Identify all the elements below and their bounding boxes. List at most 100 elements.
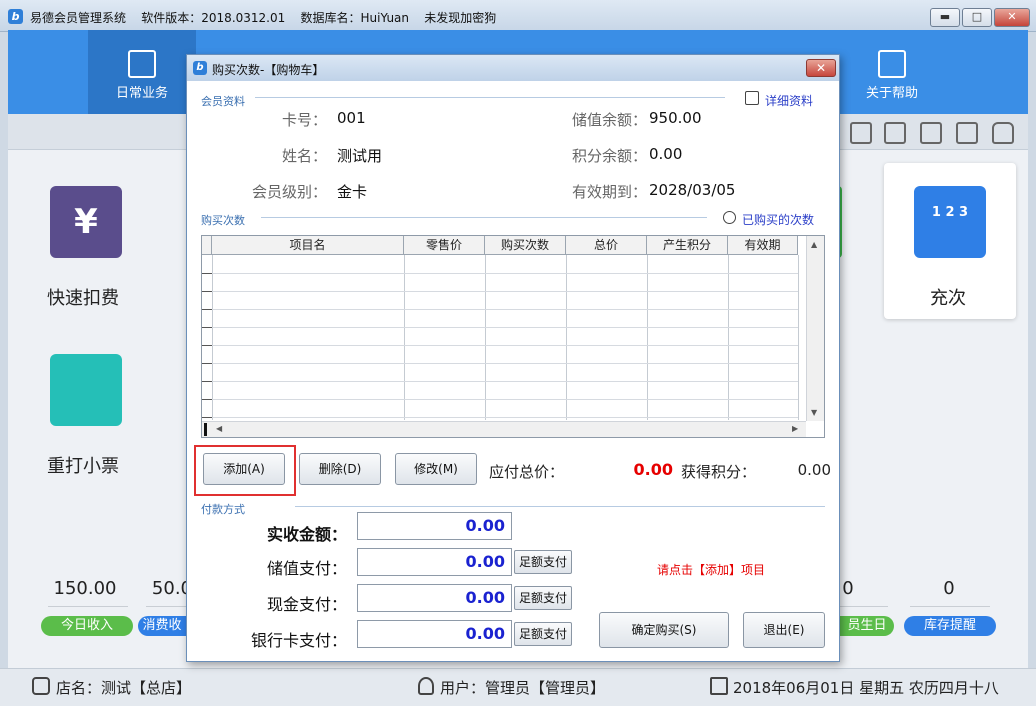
maximize-button[interactable]: □ <box>962 8 992 27</box>
scroll-left-icon[interactable]: ◀ <box>216 424 222 433</box>
edit-list-icon[interactable] <box>884 122 906 144</box>
calculator-icon[interactable] <box>920 122 942 144</box>
detail-info-link[interactable]: 详细资料 <box>765 92 813 109</box>
yuan-icon[interactable]: ¥ <box>50 186 122 258</box>
help-share-icon <box>878 50 906 78</box>
vertical-scrollbar[interactable]: ▲ ▼ <box>806 236 824 421</box>
level-label: 会员级别： <box>251 183 327 201</box>
grid-line <box>485 255 486 420</box>
row-indicator <box>202 381 212 382</box>
minimize-button[interactable]: ▬ <box>930 8 960 27</box>
delete-button[interactable]: 删除(D) <box>299 453 381 485</box>
total-due-label: 应付总价： <box>489 463 565 481</box>
cash-pay-input[interactable]: 0.00 <box>357 584 512 612</box>
purchase-grid[interactable]: 项目名 零售价 购买次数 总价 产生积分 有效期 ▲ ▼ ◀ ▶ <box>201 235 825 438</box>
horizontal-scrollbar[interactable]: ◀ ▶ <box>202 421 806 437</box>
confirm-purchase-button[interactable]: 确定购买(S) <box>599 612 729 648</box>
card-no-value: 001 <box>337 109 366 127</box>
clipboard-icon <box>745 91 759 105</box>
row-indicator <box>202 273 212 274</box>
today-income-value: 150.00 <box>53 578 117 599</box>
grid-row-line <box>212 345 798 346</box>
store-icon <box>32 677 50 695</box>
row-indicator <box>202 309 212 310</box>
today-income-badge[interactable]: 今日收入 <box>41 616 133 636</box>
grid-row-line <box>212 291 798 292</box>
add-button[interactable]: 添加(A) <box>203 453 285 485</box>
check-circle-icon <box>723 211 736 224</box>
grid-row-line <box>212 309 798 310</box>
birthday-badge[interactable]: 员生日 <box>840 616 894 636</box>
divider <box>146 606 186 607</box>
bank-full-pay-button[interactable]: 足额支付 <box>514 622 572 646</box>
column-header[interactable]: 零售价 <box>404 236 485 255</box>
column-header[interactable]: 项目名 <box>212 236 404 255</box>
column-header[interactable]: 总价 <box>566 236 647 255</box>
consume-badge[interactable]: 消费收 <box>138 616 186 636</box>
close-button[interactable]: ✕ <box>994 8 1030 27</box>
nav-about-help[interactable]: 关于帮助 <box>838 30 946 114</box>
exit-button[interactable]: 退出(E) <box>743 612 825 648</box>
bank-pay-input[interactable]: 0.00 <box>357 620 512 648</box>
scroll-up-icon[interactable]: ▲ <box>811 240 817 249</box>
recharge-count-label: 充次 <box>930 288 966 309</box>
earn-points-label: 获得积分： <box>681 463 757 481</box>
expire-label: 有效期到： <box>571 183 647 201</box>
paid-amount-label: 实收金额： <box>266 525 347 544</box>
column-header[interactable]: 购买次数 <box>485 236 566 255</box>
scroll-down-icon[interactable]: ▼ <box>811 408 817 417</box>
reprint-label[interactable]: 重打小票 <box>47 452 119 478</box>
numbered-list-icon: 1 2 3 <box>914 186 986 258</box>
scroll-right-icon[interactable]: ▶ <box>792 424 798 433</box>
level-value: 金卡 <box>337 183 368 201</box>
stored-pay-input[interactable]: 0.00 <box>357 548 512 576</box>
shirt-icon[interactable] <box>956 122 978 144</box>
birthday-value: 0 <box>842 578 854 599</box>
section-divider <box>295 506 825 507</box>
receipt-icon[interactable] <box>50 354 122 426</box>
scroll-thumb[interactable] <box>204 423 207 436</box>
calendar-icon <box>710 677 728 695</box>
payment-section-label: 付款方式 <box>201 503 245 516</box>
app-logo-icon: b <box>8 9 23 24</box>
row-indicator-header <box>202 236 212 255</box>
grid-line <box>566 255 567 420</box>
section-divider <box>261 217 707 218</box>
store-name: 店名：测试【总店】 <box>56 679 192 697</box>
edit-button[interactable]: 修改(M) <box>395 453 477 485</box>
recharge-count-card[interactable]: 1 2 3 充次 <box>884 163 1016 319</box>
balance-value: 950.00 <box>649 109 702 127</box>
lock-icon[interactable] <box>992 122 1014 144</box>
cash-full-pay-button[interactable]: 足额支付 <box>514 586 572 610</box>
column-header[interactable]: 有效期 <box>728 236 798 255</box>
user-name: 用户：管理员【管理员】 <box>440 679 606 697</box>
bank-pay-label: 银行卡支付： <box>250 631 347 650</box>
clipboard-chart-icon <box>128 50 156 78</box>
stock-value: 0 <box>943 578 955 599</box>
column-header[interactable]: 产生积分 <box>647 236 728 255</box>
row-indicator <box>202 291 212 292</box>
grid-row-line <box>212 327 798 328</box>
calendar-icon[interactable] <box>850 122 872 144</box>
stored-full-pay-button[interactable]: 足额支付 <box>514 550 572 574</box>
grid-line <box>798 255 799 420</box>
points-label: 积分余额： <box>571 147 647 165</box>
row-indicator <box>202 345 212 346</box>
dialog-close-button[interactable]: ✕ <box>806 59 836 77</box>
grid-row-line <box>212 381 798 382</box>
divider <box>48 606 128 607</box>
stock-alert-badge[interactable]: 库存提醒 <box>904 616 996 636</box>
paid-amount-input[interactable]: 0.00 <box>357 512 512 540</box>
nav-daily-business[interactable]: 日常业务 <box>88 30 196 114</box>
current-date: 2018年06月01日 星期五 农历四月十八 <box>733 679 999 697</box>
quick-charge-label[interactable]: 快速扣费 <box>47 284 119 310</box>
balance-label: 储值余额： <box>571 111 647 129</box>
grid-line <box>647 255 648 420</box>
cash-pay-label: 现金支付： <box>266 595 347 614</box>
app-logo-icon: b <box>193 61 207 75</box>
purchased-count-link[interactable]: 已购买的次数 <box>742 211 814 228</box>
card-no-label: 卡号： <box>281 111 327 129</box>
earn-points-value: 0.00 <box>797 461 831 479</box>
expire-value: 2028/03/05 <box>649 181 736 199</box>
row-indicator <box>202 399 212 400</box>
